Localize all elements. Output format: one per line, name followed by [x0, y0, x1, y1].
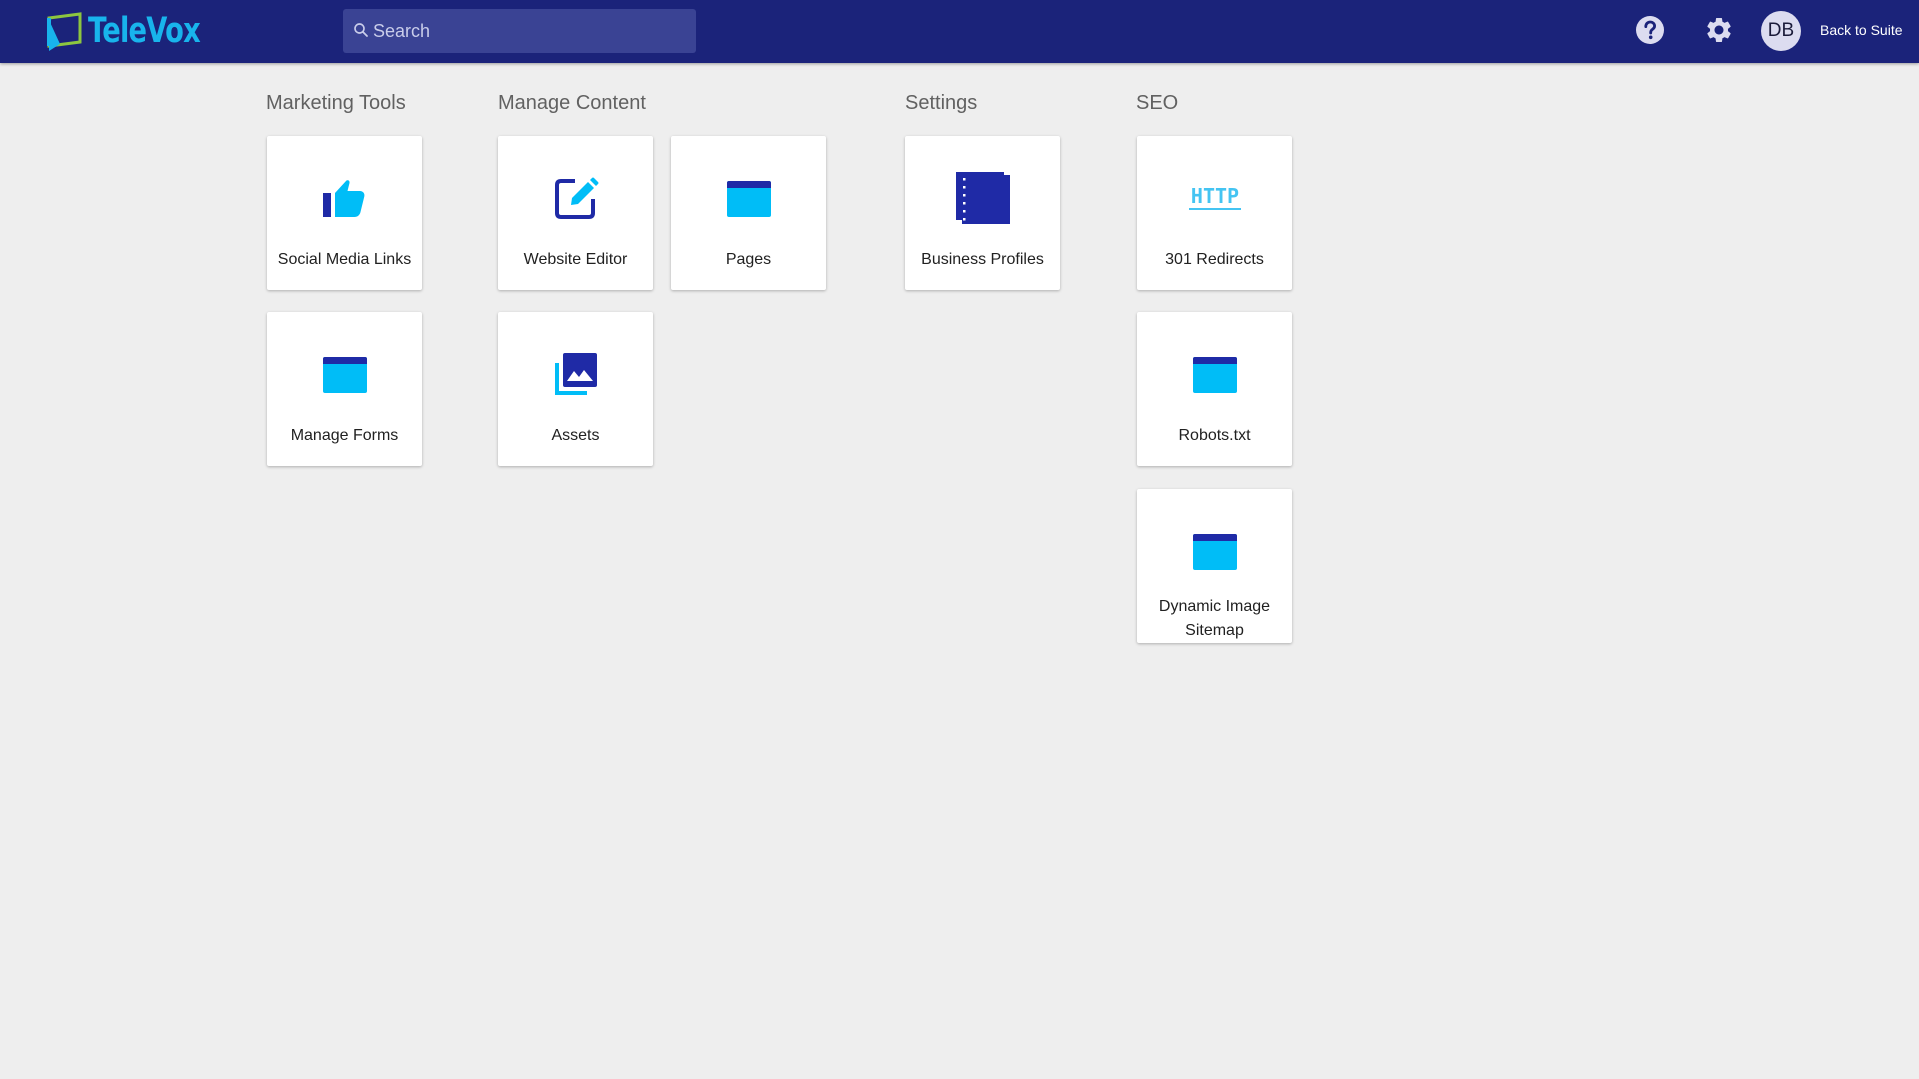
window-icon	[1192, 534, 1237, 570]
window-icon	[322, 357, 367, 393]
search-input[interactable]	[373, 9, 683, 53]
tile-301-redirects[interactable]: HTTP 301 Redirects	[1137, 136, 1292, 290]
tile-manage-forms[interactable]: Manage Forms	[267, 312, 422, 466]
search-box[interactable]	[343, 9, 696, 53]
image-library-icon	[554, 353, 597, 395]
tile-label: Business Profiles	[921, 251, 1044, 268]
back-to-suite-link[interactable]: Back to Suite	[1820, 22, 1903, 38]
edit-icon	[554, 177, 598, 219]
logo-mark-icon	[47, 12, 82, 51]
tile-label: Social Media Links	[277, 251, 412, 268]
thumbs-up-icon	[322, 180, 364, 217]
tile-label: 301 Redirects	[1165, 251, 1264, 268]
help-icon[interactable]	[1635, 15, 1665, 45]
window-icon	[726, 181, 771, 217]
svg-text:HTTP: HTTP	[1190, 184, 1238, 208]
tile-business-profiles[interactable]: Business Profiles	[905, 136, 1060, 290]
settings-gear-icon[interactable]	[1704, 15, 1734, 45]
logo-text: TeleVox	[88, 11, 201, 51]
tile-label: Dynamic Image Sitemap	[1158, 598, 1271, 639]
http-icon: HTTP	[1188, 184, 1241, 210]
tile-label: Robots.txt	[1178, 427, 1251, 444]
tile-robots-txt[interactable]: Robots.txt	[1137, 312, 1292, 466]
televox-logo[interactable]: TeleVox	[46, 10, 232, 52]
tile-website-editor[interactable]: Website Editor	[498, 136, 653, 290]
tile-label: Website Editor	[523, 251, 628, 268]
tile-label: Assets	[551, 427, 600, 444]
notebook-icon	[955, 172, 1010, 224]
window-icon	[1192, 357, 1237, 393]
top-bar: TeleVox DB Back to Suite	[0, 0, 1919, 63]
section-title-settings: Settings	[905, 92, 978, 114]
section-title-manage-content: Manage Content	[498, 92, 646, 114]
section-title-marketing-tools: Marketing Tools	[266, 92, 406, 114]
user-avatar[interactable]: DB	[1761, 11, 1801, 51]
search-icon	[354, 23, 368, 37]
tile-pages[interactable]: Pages	[671, 136, 826, 290]
tile-label: Manage Forms	[290, 427, 399, 444]
tile-label: Pages	[725, 251, 772, 268]
section-title-seo: SEO	[1136, 92, 1179, 114]
tile-social-media-links[interactable]: Social Media Links	[267, 136, 422, 290]
tile-dynamic-image-sitemap[interactable]: Dynamic Image Sitemap	[1137, 489, 1292, 643]
tile-assets[interactable]: Assets	[498, 312, 653, 466]
